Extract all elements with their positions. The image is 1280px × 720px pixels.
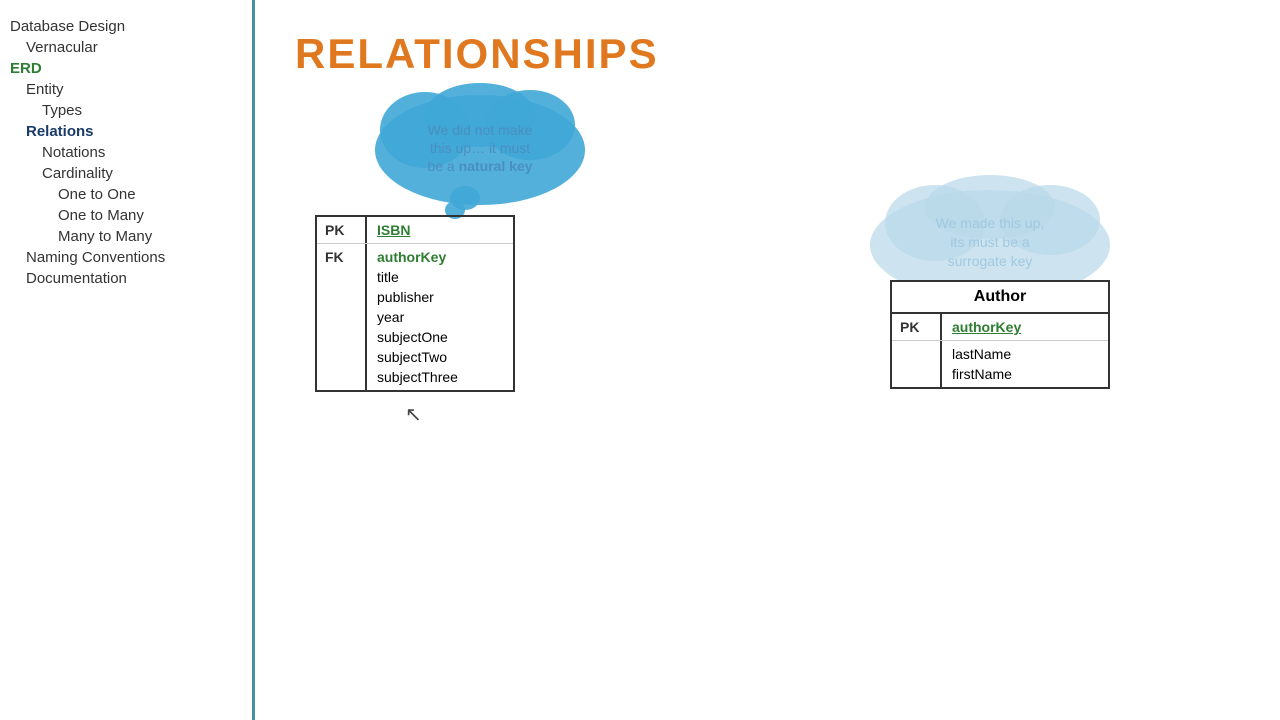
book-fk-label: FK: [317, 244, 367, 390]
cloud-natural-key: We did not make this up… it must be a na…: [365, 80, 595, 210]
book-isbn: ISBN: [367, 217, 513, 243]
sidebar-item-vernacular[interactable]: Vernacular: [10, 37, 252, 58]
book-table: PK ISBN FK authorKey title publisher yea…: [315, 215, 515, 392]
book-fields: authorKey title publisher year subjectOn…: [367, 244, 513, 390]
sidebar-item-erd[interactable]: ERD: [10, 58, 252, 79]
sidebar-item-types[interactable]: Types: [10, 100, 252, 121]
book-publisher: publisher: [377, 289, 503, 305]
sidebar-item-naming-conventions[interactable]: Naming Conventions: [10, 247, 252, 268]
book-year: year: [377, 309, 503, 325]
book-table-container: PK ISBN FK authorKey title publisher yea…: [315, 215, 515, 392]
author-pk-row: PK authorKey: [892, 314, 1108, 341]
isbn-value: ISBN: [377, 222, 410, 238]
author-pk-label: PK: [892, 314, 942, 340]
cursor-indicator: ↖: [405, 402, 422, 427]
sidebar-item-documentation[interactable]: Documentation: [10, 268, 252, 289]
author-empty-label: [892, 341, 942, 387]
svg-text:be a natural key: be a natural key: [427, 158, 532, 174]
book-table-pk-row: PK ISBN: [317, 217, 513, 244]
sidebar-item-relations[interactable]: Relations: [10, 121, 252, 142]
svg-text:its must be a: its must be a: [950, 234, 1030, 250]
author-key-value: authorKey: [952, 319, 1021, 335]
book-subject-one: subjectOne: [377, 329, 503, 345]
author-fields-row: lastName firstName: [892, 341, 1108, 387]
page-title: RELATIONSHIPS: [295, 30, 1240, 78]
book-author-key: authorKey: [377, 249, 503, 265]
svg-text:this up… it must: this up… it must: [430, 140, 530, 156]
sidebar-item-many-to-many[interactable]: Many to Many: [10, 226, 252, 247]
book-title: title: [377, 269, 503, 285]
sidebar-item-database-design[interactable]: Database Design: [10, 16, 252, 37]
author-table: Author PK authorKey lastName firstName: [890, 280, 1110, 389]
svg-text:We did not make: We did not make: [428, 122, 533, 138]
book-table-fk-row: FK authorKey title publisher year subjec…: [317, 244, 513, 390]
book-subject-three: subjectThree: [377, 369, 503, 385]
svg-text:surrogate key: surrogate key: [948, 253, 1033, 269]
author-table-container: Author PK authorKey lastName firstName: [890, 280, 1110, 389]
sidebar-item-one-to-one[interactable]: One to One: [10, 184, 252, 205]
svg-text:We made this up,: We made this up,: [936, 215, 1045, 231]
sidebar-item-entity[interactable]: Entity: [10, 79, 252, 100]
sidebar-item-notations[interactable]: Notations: [10, 142, 252, 163]
author-pk-value: authorKey: [942, 314, 1108, 340]
sidebar-item-cardinality[interactable]: Cardinality: [10, 163, 252, 184]
author-last-name: lastName: [952, 346, 1098, 362]
author-table-title: Author: [892, 282, 1108, 314]
book-subject-two: subjectTwo: [377, 349, 503, 365]
author-fields: lastName firstName: [942, 341, 1108, 387]
sidebar-item-one-to-many[interactable]: One to Many: [10, 205, 252, 226]
book-pk-label: PK: [317, 217, 367, 243]
main-content: RELATIONSHIPS We did not make this up… i…: [255, 0, 1280, 720]
author-first-name: firstName: [952, 366, 1098, 382]
sidebar: Database Design Vernacular ERD Entity Ty…: [0, 0, 255, 720]
